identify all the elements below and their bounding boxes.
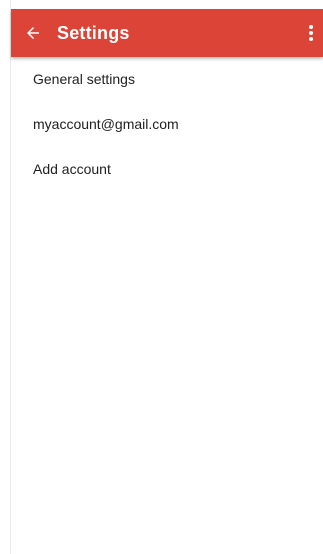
left-edge xyxy=(0,0,10,554)
page-title: Settings xyxy=(57,22,130,43)
account-item[interactable]: myaccount@gmail.com xyxy=(11,101,323,146)
more-vert-icon xyxy=(309,25,313,41)
arrow-left-icon xyxy=(27,27,39,39)
overflow-menu-button[interactable] xyxy=(301,9,321,57)
add-account-item[interactable]: Add account xyxy=(11,146,323,191)
settings-list: General settings myaccount@gmail.com Add… xyxy=(11,57,323,191)
back-button[interactable] xyxy=(17,9,49,57)
settings-content: Settings General settings myaccount@gmai… xyxy=(10,0,323,554)
settings-screen: Settings General settings myaccount@gmai… xyxy=(0,0,323,554)
general-settings-item[interactable]: General settings xyxy=(11,57,323,101)
app-bar: Settings xyxy=(11,9,323,57)
